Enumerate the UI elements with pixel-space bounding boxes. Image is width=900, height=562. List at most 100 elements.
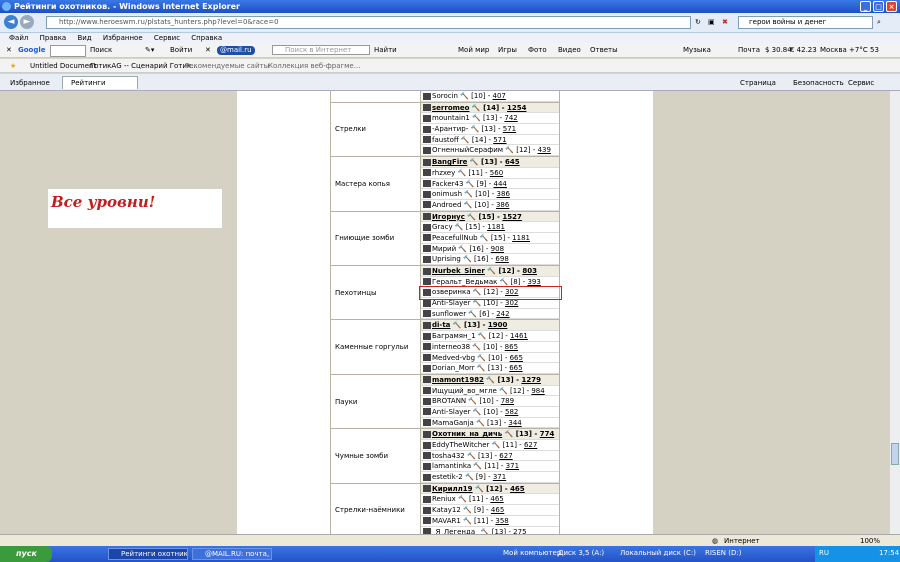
player-name[interactable]: Reniux [432,495,456,503]
player-score[interactable]: 465 [491,506,504,514]
player-name[interactable]: Игорнус [432,213,465,221]
player-score[interactable]: 242 [496,310,509,318]
profile-icon[interactable]: 🔨 [470,408,483,416]
player-name[interactable]: PeacefullNub [432,234,478,242]
profile-icon[interactable]: 🔨 [469,104,483,112]
profile-icon[interactable]: 🔨 [463,180,476,188]
google-options-icon[interactable]: ✎▾ [145,46,154,55]
player-name[interactable]: lamantinka [432,462,471,470]
profile-icon[interactable]: 🔨 [475,354,488,362]
profile-icon[interactable]: 🔨 [456,495,469,503]
player-name[interactable]: Баграмян_1 [432,332,476,340]
drive-a[interactable]: Диск 3,5 (A:) [558,549,604,557]
start-button[interactable]: пуск [0,546,52,562]
player-name[interactable]: rhzxey [432,169,455,177]
player-score[interactable]: 393 [527,278,540,286]
promo-banner[interactable]: Все уровни! [48,189,222,228]
player-name[interactable]: tosha432 [432,452,465,460]
menu-tools[interactable]: Сервис [154,33,180,43]
profile-icon[interactable]: 🔨 [466,397,479,405]
fav-item-gothic[interactable]: ГотикАG -- Сценарий Готик... [90,62,198,71]
player-score[interactable]: 665 [510,354,523,362]
fav-item-untitled[interactable]: Untitled Document [30,62,96,71]
profile-icon[interactable]: 🔨 [502,430,516,438]
back-icon[interactable]: ◄ [4,15,18,29]
profile-icon[interactable]: 🔨 [503,146,516,154]
menu-favorites[interactable]: Избранное [103,33,143,43]
profile-icon[interactable]: 🔨 [489,441,502,449]
player-score[interactable]: 627 [499,452,512,460]
player-name[interactable]: sunflower [432,310,466,318]
forward-icon[interactable]: ► [20,15,34,29]
google-login-button[interactable]: Войти [170,46,192,55]
profile-icon[interactable]: 🔨 [450,321,464,329]
player-score[interactable]: 1461 [510,332,528,340]
player-name[interactable]: Uprising [432,255,461,263]
safety-menu[interactable]: Безопасность [793,79,844,88]
address-input[interactable]: http://www.heroeswm.ru/plstats_hunters.p… [46,16,691,29]
player-score[interactable]: 371 [506,462,519,470]
player-score[interactable]: 789 [501,397,514,405]
profile-icon[interactable]: 🔨 [471,462,484,470]
my-world-link[interactable]: Мой мир [458,46,489,55]
music-link[interactable]: Музыка [683,46,711,55]
profile-icon[interactable]: 🔨 [484,376,498,384]
player-score[interactable]: 742 [504,114,517,122]
profile-icon[interactable]: 🔨 [497,387,510,395]
profile-icon[interactable]: 🔨 [461,506,474,514]
profile-icon[interactable]: 🔨 [485,267,499,275]
games-link[interactable]: Игры [498,46,517,55]
profile-icon[interactable]: 🔨 [466,310,479,318]
player-name[interactable]: mamont1982 [432,376,484,384]
fav-item-suggested[interactable]: Рекомендуемые сайты [185,62,269,71]
player-score[interactable]: 1181 [487,223,505,231]
player-score[interactable]: 1527 [502,213,521,221]
close-toolbar-icon[interactable]: ✕ [6,46,12,55]
language-indicator[interactable]: RU [819,549,829,557]
player-score[interactable]: 645 [505,158,520,166]
player-name[interactable]: Nurbek_Siner [432,267,485,275]
player-name[interactable]: Anti-Slayer [432,299,470,307]
profile-icon[interactable]: 🔨 [463,473,476,481]
player-name[interactable]: faustoff [432,136,459,144]
profile-icon[interactable]: 🔨 [470,114,483,122]
page-menu[interactable]: Страница [740,79,776,88]
player-name[interactable]: di-ta [432,321,450,329]
vertical-scrollbar[interactable] [890,91,900,534]
mailru-search-input[interactable]: Поиск в Интернет [272,45,370,55]
player-score[interactable]: 571 [493,136,506,144]
profile-icon[interactable]: 🔨 [456,245,469,253]
profile-icon[interactable]: 🔨 [475,364,488,372]
profile-icon[interactable]: 🔨 [474,419,487,427]
player-name[interactable]: Androed [432,201,461,209]
google-search-button[interactable]: Поиск [90,46,112,55]
player-score[interactable]: 908 [491,245,504,253]
profile-icon[interactable]: 🔨 [470,299,483,307]
menu-view[interactable]: Вид [77,33,91,43]
player-name[interactable]: serromeo [432,104,469,112]
answers-link[interactable]: Ответы [590,46,618,55]
fav-item-webslices[interactable]: Коллекция веб-фрагме... [268,62,360,71]
player-score[interactable]: 1181 [512,234,530,242]
player-name[interactable]: Medved-vbg [432,354,475,362]
profile-icon[interactable]: 🔨 [461,201,474,209]
player-score[interactable]: 358 [495,517,508,525]
player-name[interactable]: -Арантир- [432,125,468,133]
profile-icon[interactable]: 🔨 [497,278,510,286]
player-score[interactable]: 386 [497,190,510,198]
player-name[interactable]: Кирилл19 [432,485,473,493]
player-score[interactable]: 803 [522,267,537,275]
menu-help[interactable]: Справка [191,33,222,43]
favorites-star-icon[interactable]: ★ [10,62,16,71]
player-name[interactable]: BangFire [432,158,467,166]
profile-icon[interactable]: 🔨 [467,158,481,166]
player-name[interactable]: interneo38 [432,343,470,351]
player-name[interactable]: ОгненныйСерафим [432,146,503,154]
drive-c[interactable]: Локальный диск (C:) [620,549,696,557]
player-score[interactable]: 1279 [521,376,540,384]
player-score[interactable]: 582 [505,408,518,416]
favorites-center-button[interactable]: Избранное [10,79,50,88]
player-score[interactable]: 444 [494,180,507,188]
refresh-icon[interactable]: ↻ [695,18,701,27]
scrollbar-thumb[interactable] [891,443,899,465]
